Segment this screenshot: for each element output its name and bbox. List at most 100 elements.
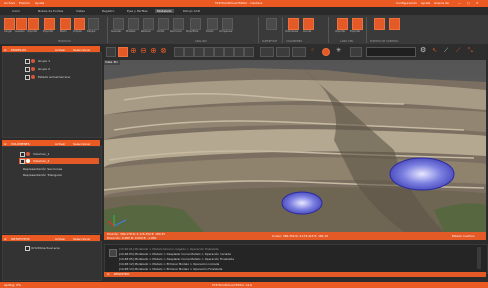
collapse-icon[interactable]: ⊖	[4, 237, 7, 241]
measure-icon[interactable]: ⟋	[444, 48, 448, 54]
console-tab-label[interactable]: REGISTRO	[114, 273, 129, 276]
landxml-importar-button[interactable]	[337, 18, 348, 30]
volumes-item-1[interactable]: Volumen_1	[33, 152, 49, 156]
ribbon: Cargar Guardar Importar Exportar Medir L…	[0, 15, 488, 44]
limpiar-button[interactable]	[74, 18, 85, 30]
exportar-button[interactable]	[44, 18, 55, 30]
volumes-activar[interactable]: Activar	[55, 142, 66, 146]
models-item-2[interactable]: Grupo 2	[38, 67, 50, 71]
view-select-icon[interactable]	[106, 47, 116, 57]
tab-ejes[interactable]: Ejes y Perfiles	[127, 9, 148, 13]
seccionar-button[interactable]	[173, 18, 184, 30]
collapse-icon[interactable]: ⊖	[4, 142, 7, 146]
simplificar-button[interactable]	[190, 18, 201, 30]
ortho-seleccionar[interactable]: Seleccionar	[73, 237, 90, 241]
brush-icon[interactable]	[350, 47, 362, 57]
zoom-extents-icon[interactable]: ⊗	[160, 47, 167, 55]
view-top-icon[interactable]	[174, 47, 184, 57]
point-size-field[interactable]	[366, 47, 416, 57]
view-persp-icon[interactable]	[234, 47, 244, 57]
volume2-checkbox[interactable]	[20, 159, 25, 164]
models-activar[interactable]: Activar	[55, 48, 66, 52]
link-acerca[interactable]: Acerca de	[434, 2, 449, 5]
models-seleccionar[interactable]: Seleccionar	[73, 48, 90, 52]
minimize-icon[interactable]: —	[458, 2, 461, 5]
guardar-button[interactable]	[16, 18, 27, 30]
group2-checkbox[interactable]	[25, 67, 30, 72]
close-icon[interactable]: ✕	[476, 2, 479, 5]
volumes-item-2[interactable]: Volumen_2	[33, 159, 49, 163]
rellenar-button[interactable]	[143, 18, 154, 30]
tab-nubes[interactable]: Nubes de Puntos	[38, 9, 63, 13]
volume1-checkbox[interactable]	[20, 152, 25, 157]
volumenes-button[interactable]	[288, 18, 299, 30]
cargar-button[interactable]	[4, 18, 15, 30]
tab-vistas[interactable]: Vistas	[76, 9, 85, 13]
menu-archivo[interactable]: Archivo	[4, 2, 15, 5]
layout-quad-icon[interactable]	[292, 47, 306, 57]
view-iso-icon[interactable]	[204, 47, 214, 57]
light-icon[interactable]: ✳	[336, 48, 341, 54]
pointer-icon[interactable]: ↖	[432, 48, 437, 54]
path-icon[interactable]: ⤡	[468, 48, 473, 54]
clear-log-button[interactable]	[109, 249, 117, 257]
menu-ayuda[interactable]: Ayuda	[35, 2, 44, 5]
layout-double-icon[interactable]	[276, 47, 290, 57]
importar-button[interactable]	[28, 18, 39, 30]
curvas-label: Curvas	[303, 30, 312, 33]
color-icon[interactable]	[322, 48, 330, 56]
control-points-register-button[interactable]	[389, 18, 400, 30]
tab-inicio[interactable]: Inicio	[12, 9, 20, 13]
volume-1-shape[interactable]	[389, 157, 455, 191]
menu-edicion[interactable]: Edición	[19, 2, 30, 5]
console-scrollbar[interactable]	[477, 247, 481, 269]
group1-checkbox[interactable]	[25, 59, 30, 64]
link-ayuda[interactable]: Ayuda	[421, 2, 430, 5]
zoom-window-icon[interactable]: ⊕	[150, 47, 157, 55]
tab-modelado[interactable]: Modelado	[155, 9, 174, 13]
view-back-icon[interactable]	[214, 47, 224, 57]
window-title: TCP PointCloud Editor - Cantera	[215, 1, 263, 5]
zoom-out-icon[interactable]: ⊖	[140, 47, 147, 55]
ortho-checkbox[interactable]	[25, 246, 30, 251]
compensar-button[interactable]	[222, 18, 233, 30]
link-configuracion[interactable]: Configuración	[396, 2, 417, 5]
ortho-item-1[interactable]: Ortofotoactual.ecw	[31, 246, 60, 250]
view-bottom-icon[interactable]	[224, 47, 234, 57]
models-item-1[interactable]: Grupo 1	[38, 59, 50, 63]
dividir-button[interactable]	[207, 18, 218, 30]
line-icon[interactable]: ⟋	[456, 48, 460, 54]
tab-dibujo[interactable]: Dibujo CAD	[183, 9, 200, 13]
volumes-subitem-2[interactable]: Representación Triangular	[23, 173, 62, 177]
settings-icon[interactable]: ⚙	[420, 47, 426, 54]
layout-single-icon[interactable]	[260, 47, 274, 57]
control-points-button[interactable]	[374, 18, 385, 30]
view-side-icon[interactable]	[194, 47, 204, 57]
ortho-activar[interactable]: Activar	[55, 237, 66, 241]
modelar-button[interactable]	[128, 18, 139, 30]
viewport-tab[interactable]: Vista 3D	[104, 60, 120, 65]
tab-registro[interactable]: Registro	[102, 9, 114, 13]
zoom-in-icon[interactable]: ⊕	[130, 47, 137, 55]
viewport-3d[interactable]: Vista 3D	[104, 60, 486, 232]
medir-button[interactable]	[60, 18, 71, 30]
terrain-checkbox[interactable]	[25, 75, 30, 80]
collapse-icon[interactable]: ⊖	[4, 48, 7, 52]
suavizar-button[interactable]	[113, 18, 124, 30]
dibujar-button[interactable]	[88, 18, 99, 30]
volumes-seleccionar[interactable]: Seleccionar	[73, 142, 90, 146]
console-collapse-icon[interactable]: ⊖	[107, 273, 110, 276]
curvas-button[interactable]	[303, 18, 314, 30]
volumes-item-selected[interactable]	[19, 158, 99, 164]
superficie-button[interactable]	[266, 18, 277, 30]
view-front-icon[interactable]	[184, 47, 194, 57]
view-solid-icon[interactable]	[118, 47, 128, 57]
view-ortho-icon[interactable]	[244, 47, 254, 57]
models-item-3[interactable]: Estado actual terreno	[38, 75, 70, 79]
maximize-icon[interactable]: □	[467, 2, 470, 5]
cortar-button[interactable]	[158, 18, 169, 30]
landxml-exportar-button[interactable]	[352, 18, 363, 30]
volume-2-shape[interactable]	[281, 191, 323, 215]
points-icon[interactable]: ⁘	[310, 48, 315, 54]
volumes-subitem-1[interactable]: Representación Secciones	[23, 167, 62, 171]
